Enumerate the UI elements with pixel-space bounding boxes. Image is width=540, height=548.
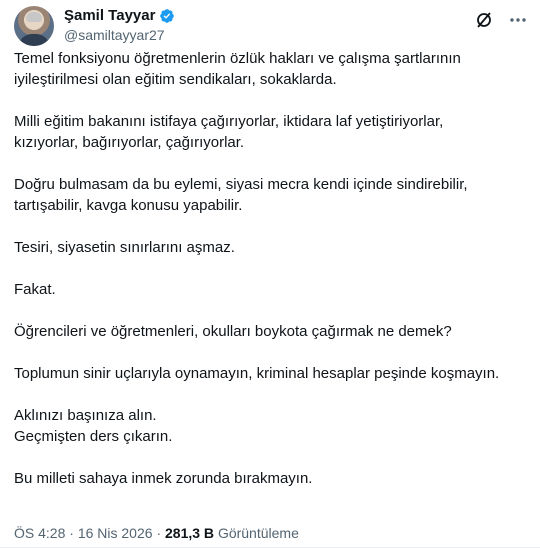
tweet-paragraph: Bu milleti sahaya inmek zorunda bırakmay… [14, 470, 313, 487]
tweet-time[interactable]: ÖS 4:28 [14, 525, 65, 541]
meta-separator: · [69, 525, 74, 541]
author-handle[interactable]: @samiltayyar27 [64, 26, 175, 44]
tweet-paragraph: Milli eğitim bakanını istifaya çağırıyor… [14, 113, 444, 151]
tweet-paragraph: Öğrencileri ve öğretmenleri, okulları bo… [14, 323, 452, 340]
tweet-paragraph: Temel fonksiyonu öğretmenlerin özlük hak… [14, 50, 461, 88]
grok-icon[interactable] [474, 10, 494, 30]
tweet-paragraph: Fakat. [14, 281, 56, 298]
author-info: Şamil Tayyar @samiltayyar27 [64, 7, 175, 44]
tweet-paragraph: Aklınızı başınıza alın. Geçmişten ders çı… [14, 407, 173, 445]
views-label: Görüntüleme [217, 525, 299, 541]
more-icon[interactable] [508, 10, 528, 30]
tweet-paragraph: Toplumun sinir uçlarıyla oynamayın, krim… [14, 365, 500, 382]
author-display-name[interactable]: Şamil Tayyar [64, 7, 155, 25]
header-actions [474, 10, 528, 30]
views-count: 281,3 B [165, 525, 215, 541]
meta-separator: · [156, 525, 162, 541]
tweet-header: Şamil Tayyar @samiltayyar27 [14, 6, 528, 46]
tweet-text: Temel fonksiyonu öğretmenlerin özlük hak… [14, 48, 526, 489]
tweet-paragraph: Tesiri, siyasetin sınırlarını aşmaz. [14, 239, 235, 256]
tweet-date[interactable]: 16 Nis 2026 [78, 525, 153, 541]
verified-badge-icon [160, 9, 175, 23]
tweet-card: Şamil Tayyar @samiltayyar27 Temel fonksi… [0, 0, 540, 548]
avatar[interactable] [14, 6, 54, 46]
tweet-paragraph: Doğru bulmasam da bu eylemi, siyasi mecr… [14, 176, 468, 214]
tweet-meta: ÖS 4:28 · 16 Nis 2026 · 281,3 B Görüntül… [14, 524, 299, 542]
